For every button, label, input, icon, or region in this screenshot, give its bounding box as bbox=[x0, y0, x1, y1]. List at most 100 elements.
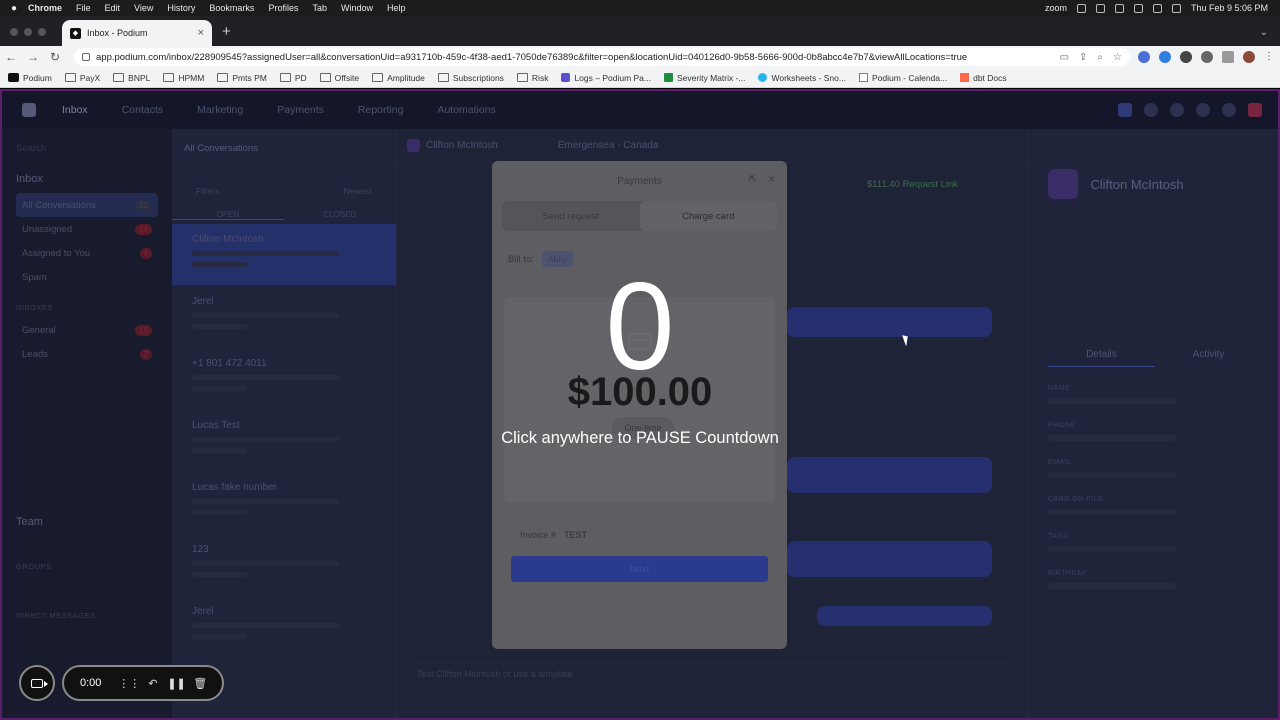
next-button[interactable]: Next bbox=[511, 556, 768, 582]
browser-tab-inbox[interactable]: ◆ Inbox - Podium × bbox=[62, 20, 212, 46]
bluetooth-icon[interactable] bbox=[1114, 3, 1124, 13]
bookmark-folder[interactable]: Pmts PM bbox=[217, 73, 267, 83]
sidebar-item-spam[interactable]: Spam bbox=[16, 265, 158, 289]
lock-icon[interactable] bbox=[82, 53, 90, 61]
bookmark-folder[interactable]: Risk bbox=[516, 73, 548, 83]
camera-icon[interactable]: ▭ bbox=[1060, 52, 1069, 63]
battery-icon[interactable] bbox=[1133, 3, 1143, 13]
nav-payments[interactable]: Payments bbox=[277, 104, 324, 116]
spotlight-icon[interactable] bbox=[1171, 3, 1181, 13]
bookmark-item[interactable]: dbt Docs bbox=[960, 73, 1007, 83]
bookmark-item[interactable]: Worksheets - Sno... bbox=[758, 73, 846, 83]
list-item[interactable]: Clifton McIntosh bbox=[172, 224, 396, 286]
user-avatar[interactable] bbox=[1248, 103, 1262, 117]
bookmark-folder[interactable]: HPMM bbox=[163, 73, 204, 83]
nav-automations[interactable]: Automations bbox=[437, 104, 495, 116]
kebab-menu-icon[interactable]: ⋮ bbox=[1264, 51, 1274, 63]
list-item[interactable]: Jerel bbox=[172, 286, 396, 348]
sort-dropdown[interactable]: Newest bbox=[344, 186, 372, 196]
extension-icon[interactable] bbox=[1138, 51, 1150, 63]
sidebar-item-assigned-to-you[interactable]: Assigned to You 4 bbox=[16, 241, 158, 265]
gear-icon[interactable] bbox=[1222, 103, 1236, 117]
profile-avatar[interactable] bbox=[1243, 51, 1255, 63]
invoice-input[interactable]: TEST bbox=[564, 530, 587, 540]
forward-icon[interactable]: → bbox=[22, 50, 44, 64]
sidebar-item-all-conversations[interactable]: All Conversations 31 bbox=[16, 193, 158, 217]
url-text[interactable]: app.podium.com/inbox/228909545?assignedU… bbox=[96, 52, 1060, 63]
help-icon[interactable] bbox=[1196, 103, 1210, 117]
charge-card-tab[interactable]: Charge card bbox=[639, 201, 777, 231]
sidebar-item-unassigned[interactable]: Unassigned 14 bbox=[16, 217, 158, 241]
bookmark-folder[interactable]: BNPL bbox=[113, 73, 150, 83]
close-icon[interactable]: × bbox=[768, 172, 775, 186]
trash-icon[interactable]: 🗑 bbox=[188, 677, 212, 690]
nav-inbox[interactable]: Inbox bbox=[62, 104, 88, 116]
pause-icon[interactable]: ❚❚ bbox=[165, 677, 189, 690]
podium-logo-icon[interactable] bbox=[22, 103, 36, 117]
zoom-status[interactable]: zoom bbox=[1045, 3, 1067, 13]
menu-window[interactable]: Window bbox=[341, 3, 373, 13]
tab-closed[interactable]: CLOSED bbox=[284, 210, 396, 220]
status-icon[interactable] bbox=[1095, 3, 1105, 13]
compose-input[interactable]: Text Clifton McIntosh or use a template bbox=[417, 662, 1007, 686]
address-bar[interactable]: app.podium.com/inbox/228909545?assignedU… bbox=[74, 48, 1130, 66]
sidebar-item-general[interactable]: General 10 bbox=[16, 318, 158, 342]
compose-icon[interactable] bbox=[1118, 103, 1132, 117]
list-item[interactable]: Jerel bbox=[172, 596, 396, 658]
request-link-label[interactable]: $111.40 Request Link bbox=[867, 179, 958, 190]
zoom-icon[interactable]: ⌕ bbox=[1097, 52, 1103, 63]
window-controls[interactable] bbox=[0, 28, 56, 46]
menubar-clock[interactable]: Thu Feb 9 5:06 PM bbox=[1191, 3, 1268, 13]
tab-activity[interactable]: Activity bbox=[1155, 349, 1262, 367]
bookmark-folder[interactable]: PD bbox=[279, 73, 307, 83]
sidebar-item-leads[interactable]: Leads 2 bbox=[16, 342, 158, 366]
chat-location[interactable]: Emergensea - Canada bbox=[558, 140, 659, 151]
apple-icon[interactable]: ● bbox=[0, 3, 28, 14]
extension-icon[interactable] bbox=[1159, 51, 1171, 63]
share-icon[interactable]: ⇪ bbox=[1079, 52, 1087, 63]
menu-file[interactable]: File bbox=[76, 3, 91, 13]
list-item[interactable]: Lucas Test bbox=[172, 410, 396, 472]
send-request-tab[interactable]: Send request bbox=[502, 201, 640, 231]
bookmark-star-icon[interactable]: ☆ bbox=[1113, 52, 1122, 63]
menu-tab[interactable]: Tab bbox=[312, 3, 327, 13]
bookmark-item[interactable]: Podium - Calenda... bbox=[858, 73, 947, 83]
list-item[interactable]: Lucas fake number bbox=[172, 472, 396, 534]
menu-edit[interactable]: Edit bbox=[105, 3, 121, 13]
menu-history[interactable]: History bbox=[167, 3, 195, 13]
undo-icon[interactable]: ↶ bbox=[141, 677, 165, 690]
bell-icon[interactable] bbox=[1170, 103, 1184, 117]
bookmark-folder[interactable]: Amplitude bbox=[372, 73, 425, 83]
wifi-icon[interactable] bbox=[1152, 3, 1162, 13]
menu-help[interactable]: Help bbox=[387, 3, 406, 13]
external-link-icon[interactable]: ⇱ bbox=[749, 174, 757, 185]
menu-profiles[interactable]: Profiles bbox=[268, 3, 298, 13]
list-item[interactable]: +1 801 472 4011 bbox=[172, 348, 396, 410]
tab-close-icon[interactable]: × bbox=[198, 27, 204, 39]
bookmark-folder[interactable]: PayX bbox=[64, 73, 100, 83]
sidepanel-icon[interactable] bbox=[1222, 51, 1234, 63]
new-tab-icon[interactable]: + bbox=[222, 23, 231, 40]
menu-bookmarks[interactable]: Bookmarks bbox=[209, 3, 254, 13]
reload-icon[interactable]: ↻ bbox=[44, 50, 66, 64]
bookmark-item[interactable]: Severity Matrix -... bbox=[664, 73, 745, 83]
sidebar-search-input[interactable]: Search bbox=[16, 143, 158, 159]
nav-marketing[interactable]: Marketing bbox=[197, 104, 243, 116]
tab-open[interactable]: OPEN bbox=[172, 210, 284, 220]
tab-search-icon[interactable]: ⌄ bbox=[1260, 27, 1268, 38]
extension-icon[interactable] bbox=[1180, 51, 1192, 63]
back-icon[interactable]: ← bbox=[0, 50, 22, 64]
filters-button[interactable]: Filters bbox=[196, 186, 219, 196]
bill-to-chip[interactable]: Abby bbox=[541, 251, 574, 267]
camera-toggle-button[interactable] bbox=[19, 665, 55, 701]
list-item[interactable]: 123 bbox=[172, 534, 396, 596]
pause-countdown-prompt[interactable]: Click anywhere to PAUSE Countdown bbox=[440, 429, 840, 448]
chat-contact-name[interactable]: Clifton McIntosh bbox=[426, 140, 498, 151]
megaphone-icon[interactable] bbox=[1144, 103, 1158, 117]
status-icon[interactable] bbox=[1076, 3, 1086, 13]
bookmark-item[interactable]: Logs – Podium Pa... bbox=[561, 73, 651, 83]
nav-contacts[interactable]: Contacts bbox=[122, 104, 163, 116]
nav-reporting[interactable]: Reporting bbox=[358, 104, 404, 116]
bookmark-folder[interactable]: Offsite bbox=[319, 73, 359, 83]
tab-details[interactable]: Details bbox=[1048, 349, 1155, 367]
